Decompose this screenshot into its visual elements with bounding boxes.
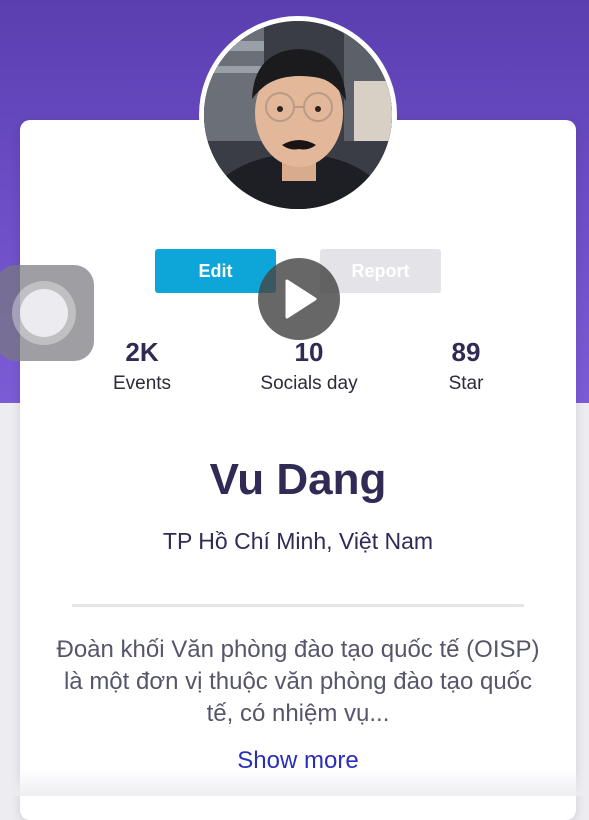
avatar-photo — [204, 21, 392, 209]
stat-label: Events — [112, 373, 172, 394]
avatar[interactable] — [199, 16, 397, 214]
stat-label: Star — [448, 373, 484, 394]
profile-location: TP Hồ Chí Minh, Việt Nam — [162, 528, 434, 554]
play-icon — [285, 279, 317, 319]
stat-star: 89 Star — [386, 337, 546, 395]
stat-label: Socials day — [260, 373, 358, 394]
assistive-touch-dot — [20, 289, 68, 337]
stat-value: 89 — [451, 337, 481, 367]
play-button[interactable] — [258, 258, 340, 340]
assistive-touch-button[interactable] — [0, 265, 94, 361]
profile-bio: Đoàn khối Văn phòng đào tạo quốc tế (OIS… — [56, 636, 540, 727]
edit-button[interactable]: Edit — [155, 249, 276, 293]
stat-socials-day: 10 Socials day — [229, 337, 389, 395]
profile-name: Vu Dang — [209, 455, 387, 504]
divider — [72, 604, 524, 607]
bottom-fade — [0, 770, 589, 796]
stat-value: 10 — [294, 337, 324, 367]
